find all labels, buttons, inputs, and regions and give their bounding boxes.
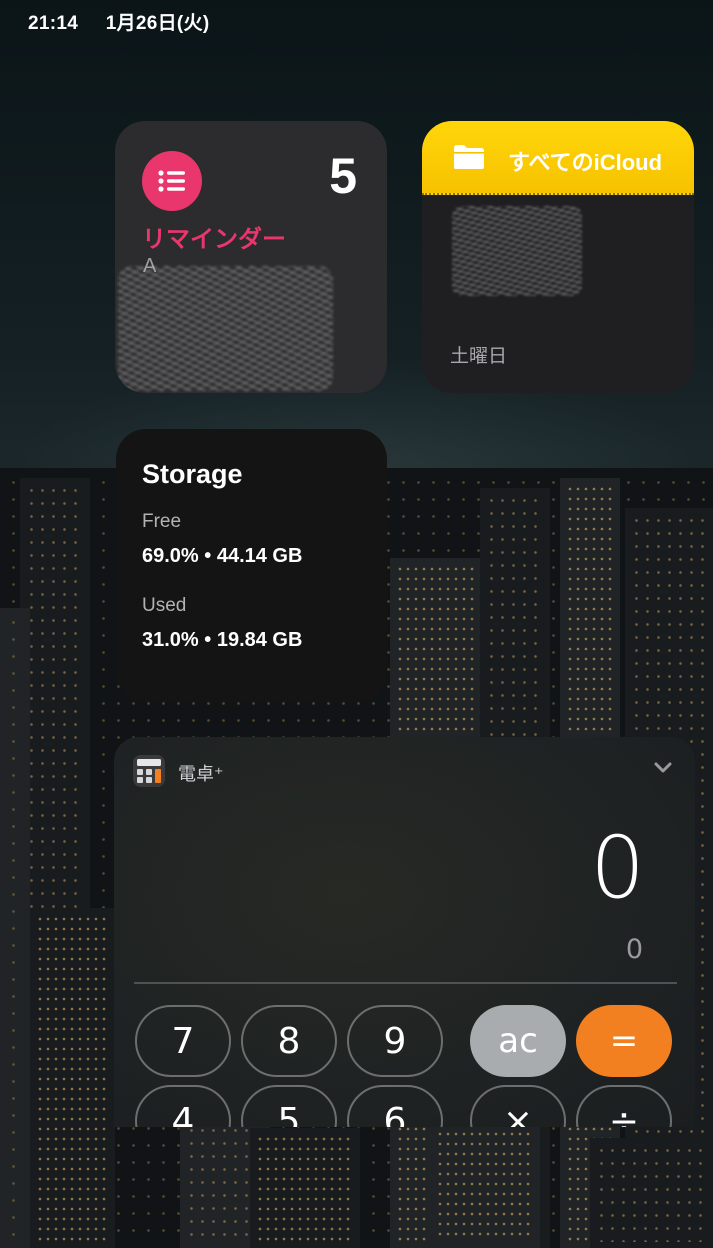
- building: [250, 1128, 360, 1248]
- status-time: 21:14: [28, 13, 79, 34]
- storage-title: Storage: [142, 459, 243, 489]
- key-4[interactable]: 4: [135, 1085, 231, 1127]
- redacted-content: [452, 206, 582, 296]
- building: [30, 908, 115, 1248]
- calculator-subdisplay: 0: [625, 934, 643, 965]
- multiply-button[interactable]: ×: [470, 1085, 566, 1127]
- files-header: すべてのiCloud: [422, 121, 694, 195]
- list-bullet-icon: [142, 151, 202, 211]
- storage-used-label: Used: [142, 595, 187, 616]
- status-date: 1月26日(火): [105, 13, 210, 34]
- key-7[interactable]: 7: [135, 1005, 231, 1077]
- calculator-divider: [134, 982, 677, 984]
- building: [430, 1123, 540, 1248]
- folder-icon: [454, 145, 484, 169]
- divide-button[interactable]: ÷: [576, 1085, 672, 1127]
- files-title: すべてのiCloud: [508, 150, 663, 175]
- reminders-title: リマインダー: [142, 226, 286, 253]
- redacted-content: [118, 266, 333, 391]
- key-6[interactable]: 6: [347, 1085, 443, 1127]
- calculator-app-icon: [133, 755, 165, 787]
- building: [590, 1138, 713, 1248]
- files-widget[interactable]: すべてのiCloud 土曜日: [422, 121, 694, 393]
- calculator-app-name: 電卓⁺: [178, 764, 224, 784]
- reminders-count: 5: [329, 148, 357, 204]
- key-5[interactable]: 5: [241, 1085, 337, 1127]
- equals-button[interactable]: =: [576, 1005, 672, 1077]
- files-day-label: 土曜日: [450, 346, 508, 367]
- calculator-widget[interactable]: 電卓⁺ 0 0 7 8 9 ac = 4 5 6 × ÷: [114, 737, 695, 1127]
- reminders-widget[interactable]: 5 リマインダー A: [115, 121, 387, 393]
- storage-free-value: 69.0% • 44.14 GB: [142, 545, 303, 567]
- building: [0, 608, 30, 1248]
- status-bar: 21:14 1月26日(火): [28, 8, 231, 35]
- key-8[interactable]: 8: [241, 1005, 337, 1077]
- chevron-down-icon[interactable]: [653, 761, 673, 775]
- storage-free-label: Free: [142, 511, 182, 532]
- storage-widget[interactable]: Storage Free 69.0% • 44.14 GB Used 31.0%…: [116, 429, 387, 702]
- clear-button[interactable]: ac: [470, 1005, 566, 1077]
- storage-used-value: 31.0% • 19.84 GB: [142, 629, 303, 651]
- calculator-display: 0: [590, 818, 645, 918]
- key-9[interactable]: 9: [347, 1005, 443, 1077]
